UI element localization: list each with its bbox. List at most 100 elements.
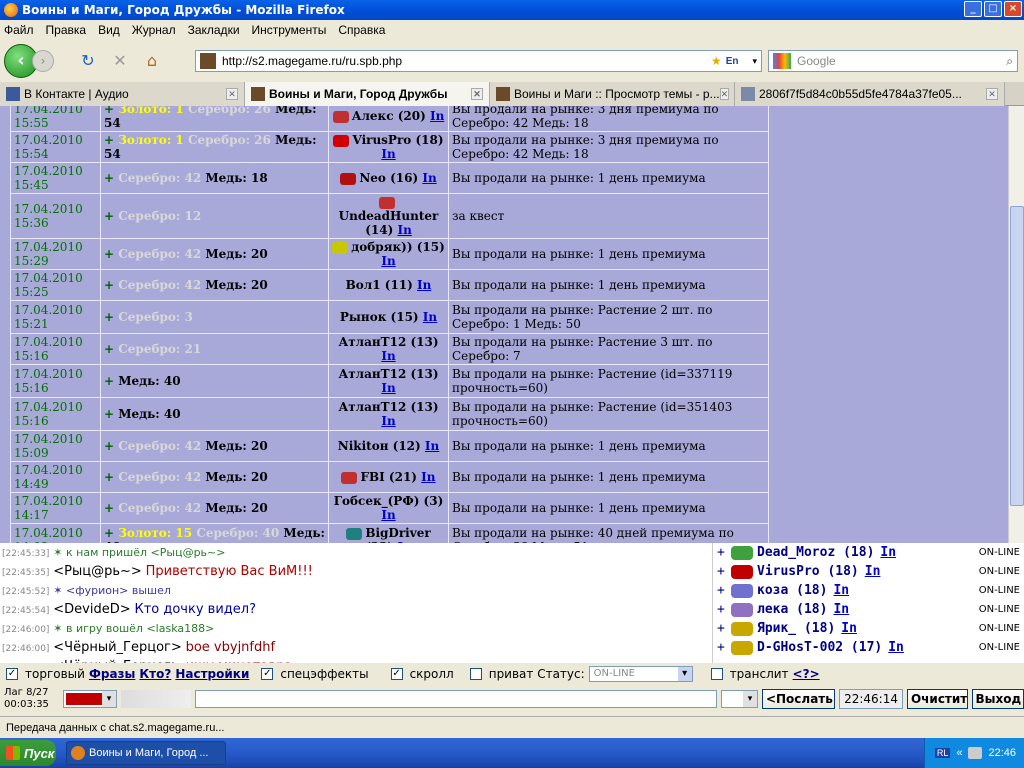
user-name[interactable]: АтланТ12 (13) <box>338 335 438 349</box>
menu-item-0[interactable]: Файл <box>4 23 34 37</box>
url-dropdown-icon[interactable]: ▾ <box>752 56 757 67</box>
user-info-link[interactable]: In <box>421 470 435 484</box>
user-name[interactable]: Nikitoн (12) <box>338 439 421 453</box>
user-info-link[interactable]: In <box>381 381 395 395</box>
trade-checkbox[interactable]: ✓ <box>6 668 18 680</box>
send-button[interactable]: <Послать <box>761 689 836 709</box>
language-icon[interactable]: RL <box>934 748 951 758</box>
online-user-name[interactable]: Ярик_ (18) <box>757 619 835 638</box>
user-info-link[interactable]: In <box>422 171 436 185</box>
scrollbar-thumb[interactable] <box>1010 206 1024 506</box>
online-user-name[interactable]: Dead_Moroz (18) <box>757 543 874 562</box>
minimize-button[interactable]: _ <box>964 1 982 17</box>
user-info-link[interactable]: In <box>381 508 395 522</box>
user-name[interactable]: Рынок (15) <box>340 310 419 324</box>
phrases-link[interactable]: Фразы <box>89 667 135 681</box>
user-info-link[interactable]: In <box>417 278 431 292</box>
chat-nick[interactable]: <DevideD> <box>53 602 130 617</box>
search-icon[interactable]: ⌕ <box>1006 54 1013 69</box>
chat-nick[interactable]: <Чёрный_Герцог> <box>53 640 181 655</box>
user-info-link[interactable]: In <box>865 562 881 581</box>
user-info-link[interactable]: In <box>425 439 439 453</box>
close-button[interactable]: × <box>1004 1 1022 17</box>
close-icon[interactable]: ✕ <box>471 88 483 100</box>
user-name[interactable]: Алекс (20) <box>352 109 426 123</box>
menu-item-3[interactable]: Журнал <box>132 23 176 37</box>
translit-checkbox[interactable] <box>710 668 723 680</box>
add-to-private-button[interactable]: + <box>717 562 731 581</box>
user-info-link[interactable]: In <box>397 223 411 237</box>
user-name[interactable]: FBI (21) <box>360 470 417 484</box>
tray-expand-icon[interactable]: « <box>956 747 962 759</box>
tab-0[interactable]: В Контакте | Аудио ✕ <box>0 82 245 106</box>
add-to-private-button[interactable]: + <box>717 638 731 657</box>
user-name[interactable]: Neo (16) <box>359 171 418 185</box>
forward-button[interactable]: › <box>32 50 54 72</box>
url-bar[interactable]: http://s2.magegame.ru/ru.spb.php ★ En ▾ <box>195 50 762 72</box>
exit-button[interactable]: Выход <box>971 689 1024 709</box>
menu-item-6[interactable]: Справка <box>338 23 385 37</box>
user-name[interactable]: Гобсек_(РФ) (3) <box>334 494 444 508</box>
scroll-checkbox[interactable]: ✓ <box>390 668 403 680</box>
user-name[interactable]: Вол1 (11) <box>346 278 413 292</box>
user-info-link[interactable]: In <box>841 619 857 638</box>
private-checkbox[interactable] <box>469 668 482 680</box>
tab-1[interactable]: Воины и Маги, Город Дружбы ✕ <box>245 82 490 106</box>
close-icon[interactable]: ✕ <box>719 88 730 100</box>
online-user-name[interactable]: VirusPro (18) <box>757 562 859 581</box>
reload-icon[interactable]: ↻ <box>76 49 100 73</box>
start-button[interactable]: Пуск <box>0 740 56 766</box>
user-info-link[interactable]: In <box>833 581 849 600</box>
smile-select[interactable] <box>720 690 758 708</box>
user-info-link[interactable]: In <box>423 310 437 324</box>
menu-item-5[interactable]: Инструменты <box>252 23 327 37</box>
bookmark-star-icon[interactable]: ★ <box>711 54 722 68</box>
user-info-link[interactable]: In <box>430 109 444 123</box>
add-to-private-button[interactable]: + <box>717 600 731 619</box>
tab-3[interactable]: 2806f7f5d84c0b55d5fe4784a37fe05... ✕ <box>735 82 1005 106</box>
menu-item-1[interactable]: Правка <box>46 23 87 37</box>
user-info-link[interactable]: In <box>381 414 395 428</box>
who-link[interactable]: Кто? <box>139 667 171 681</box>
clear-button[interactable]: Очистить <box>906 689 968 709</box>
menu-item-2[interactable]: Вид <box>98 23 120 37</box>
user-info-link[interactable]: In <box>888 638 904 657</box>
user-info-link[interactable]: In <box>833 600 849 619</box>
tab-2[interactable]: Воины и Маги :: Просмотр темы - р... ✕ <box>490 82 735 106</box>
color-select[interactable]: ▾ <box>62 690 118 708</box>
user-info-link[interactable]: In <box>880 543 896 562</box>
chat-nick[interactable]: <Рыц@рь~> <box>53 564 142 579</box>
user-name[interactable]: АтланТ12 (13) <box>338 367 438 381</box>
search-box[interactable]: Google ⌕ <box>768 50 1018 72</box>
add-to-private-button[interactable]: + <box>717 581 731 600</box>
settings-link[interactable]: Настройки <box>175 667 249 681</box>
online-user-name[interactable]: лека (18) <box>757 600 827 619</box>
add-to-private-button[interactable]: + <box>717 619 731 638</box>
network-icon[interactable] <box>968 747 983 759</box>
stop-icon[interactable]: ✕ <box>108 49 132 73</box>
user-name[interactable]: АтланТ12 (13) <box>338 400 438 414</box>
effects-checkbox[interactable]: ✓ <box>261 668 274 680</box>
user-info-link[interactable]: In <box>381 349 395 363</box>
help-link[interactable]: <?> <box>793 667 820 681</box>
status-select[interactable]: ON-LINE <box>588 666 693 682</box>
message-input[interactable] <box>195 690 717 708</box>
user-name[interactable]: добряк)) (15) <box>351 240 445 254</box>
maximize-button[interactable]: □ <box>984 1 1002 17</box>
language-indicator[interactable]: En <box>726 56 739 67</box>
online-user-name[interactable]: коза (18) <box>757 581 827 600</box>
home-icon[interactable]: ⌂ <box>140 49 164 73</box>
content-scrollbar[interactable] <box>1008 106 1024 543</box>
user-info-link[interactable]: In <box>381 147 395 161</box>
online-user-name[interactable]: D-GHosT-002 (17) <box>757 638 882 657</box>
taskbar-firefox-item[interactable]: Воины и Маги, Город ... <box>66 741 226 765</box>
close-icon[interactable]: ✕ <box>226 88 238 100</box>
close-icon[interactable]: ✕ <box>986 88 998 100</box>
transaction-description: Вы продали на рынке: Растение (id=337119… <box>448 364 769 398</box>
menu-item-4[interactable]: Закладки <box>188 23 240 37</box>
user-name[interactable]: UndeadHunter (14) <box>339 209 439 237</box>
add-to-private-button[interactable]: + <box>717 543 731 562</box>
user-info-link[interactable]: In <box>381 254 395 268</box>
user-name[interactable]: VirusPro (18) <box>352 133 443 147</box>
recipient-field[interactable] <box>121 690 192 708</box>
